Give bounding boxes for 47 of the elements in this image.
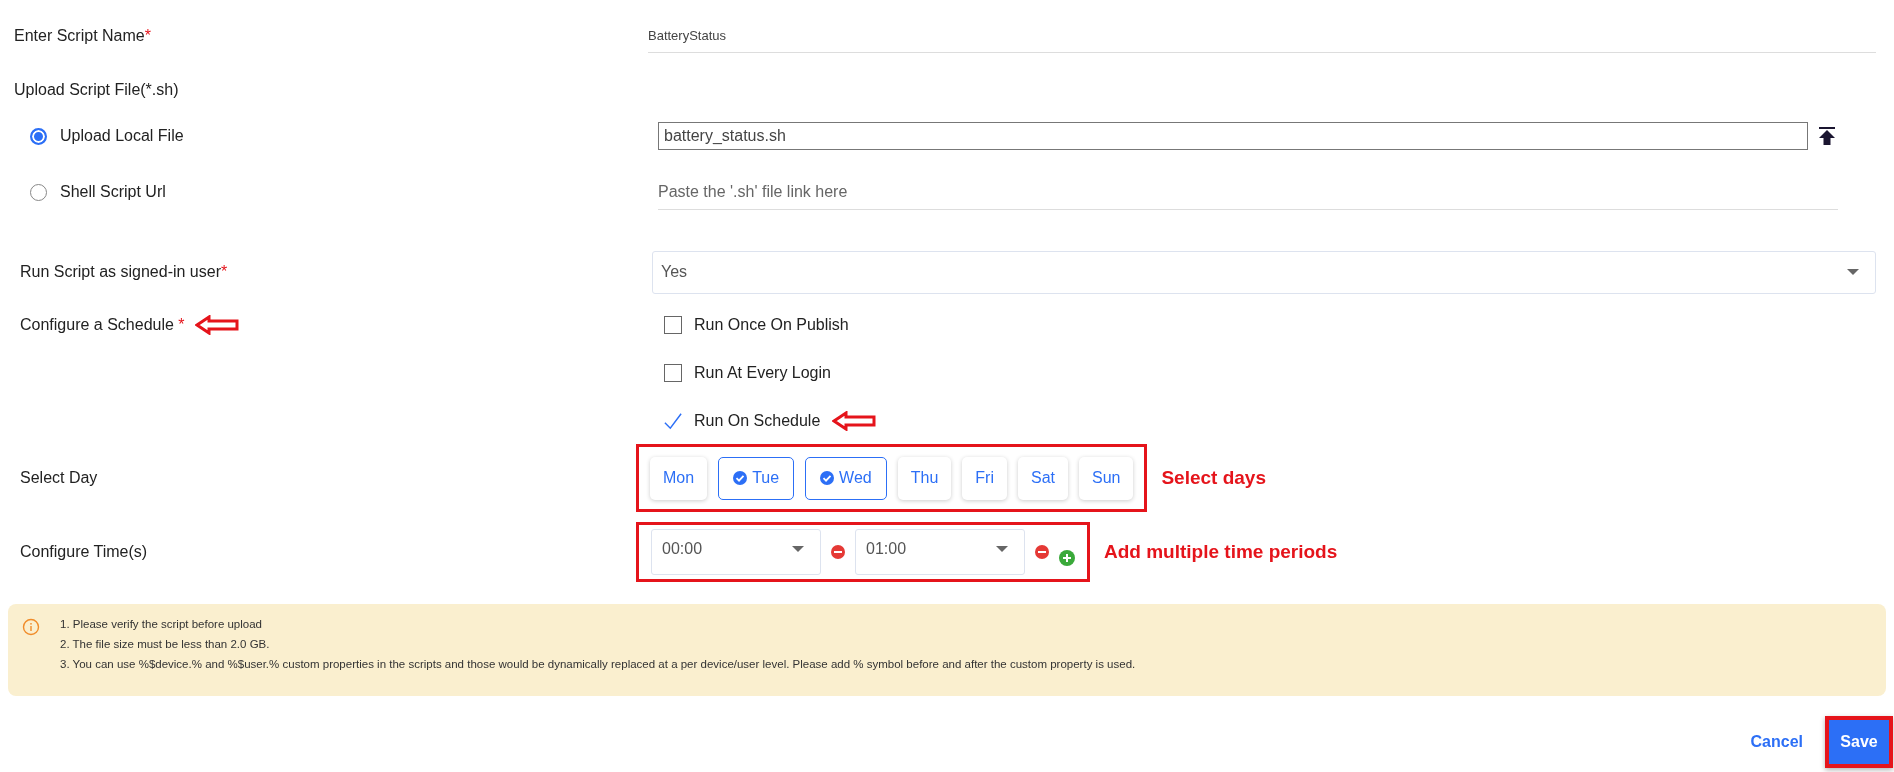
field-label: Enter Script Name*: [14, 27, 151, 45]
cancel-button[interactable]: Cancel: [1742, 725, 1811, 759]
day-toggle-button[interactable]: Thu: [897, 456, 952, 500]
checkbox-label[interactable]: Run Once On Publish: [694, 316, 849, 334]
time-select[interactable]: 01:00: [855, 529, 1025, 575]
checkbox-label[interactable]: Run On Schedule: [694, 412, 821, 430]
annotation-text: Select days: [1161, 467, 1266, 489]
radio-button[interactable]: [30, 127, 47, 145]
day-toggle-button[interactable]: Mon: [650, 456, 708, 500]
field-label: Configure Time(s): [20, 543, 148, 561]
day-toggle-button[interactable]: Sat: [1017, 456, 1068, 500]
info-icon: [22, 618, 40, 636]
day-toggle-button[interactable]: Sun: [1078, 456, 1134, 500]
day-toggle-button[interactable]: Wed: [805, 456, 887, 500]
checkbox[interactable]: [664, 316, 682, 334]
check-circle-icon: [820, 471, 835, 485]
save-button[interactable]: Save: [1825, 716, 1893, 768]
script-name-field[interactable]: BatteryStatus: [648, 19, 1876, 53]
day-toggle-button[interactable]: Fri: [962, 456, 1007, 500]
checkmark-icon[interactable]: [664, 412, 682, 430]
caret-icon: [792, 546, 804, 552]
checkbox-label[interactable]: Run At Every Login: [694, 364, 831, 382]
radio-button[interactable]: [30, 183, 47, 201]
left-arrow-icon: [194, 315, 239, 335]
radio-label[interactable]: Upload Local File: [60, 127, 184, 145]
note-text: 1. Please verify the script before upload: [60, 618, 263, 630]
field-label: Upload Script File(*.sh): [14, 81, 179, 99]
upload-icon[interactable]: [1818, 126, 1836, 146]
caret-icon: [1847, 269, 1859, 275]
field-label: Select Day: [20, 469, 98, 487]
note-text: 3. You can use %$device.% and %$user.% custom properties in the scripts and those would be dynamically replaced at a per device/user level. Please add % symbol before and after the custom property is used.: [60, 658, 1136, 670]
add-icon[interactable]: [1059, 550, 1075, 566]
caret-icon: [996, 546, 1008, 552]
run-as-user-select[interactable]: Yes: [652, 250, 1876, 294]
annotation-text: Add multiple time periods: [1104, 541, 1338, 563]
day-toggle-button[interactable]: Tue: [718, 456, 795, 500]
time-select[interactable]: 00:00: [651, 529, 821, 575]
note-text: 2. The file size must be less than 2.0 GB.: [60, 638, 271, 650]
checkbox[interactable]: [664, 364, 682, 382]
check-circle-icon: [733, 471, 748, 485]
remove-icon[interactable]: [1035, 545, 1049, 559]
radio-label[interactable]: Shell Script Url: [60, 183, 166, 201]
field-label: Configure a Schedule *: [20, 316, 185, 334]
left-arrow-icon: [832, 411, 877, 431]
field-label: Run Script as signed-in user*: [20, 263, 228, 281]
file-name-field[interactable]: battery_status.sh: [658, 122, 1808, 150]
remove-icon[interactable]: [831, 545, 845, 559]
